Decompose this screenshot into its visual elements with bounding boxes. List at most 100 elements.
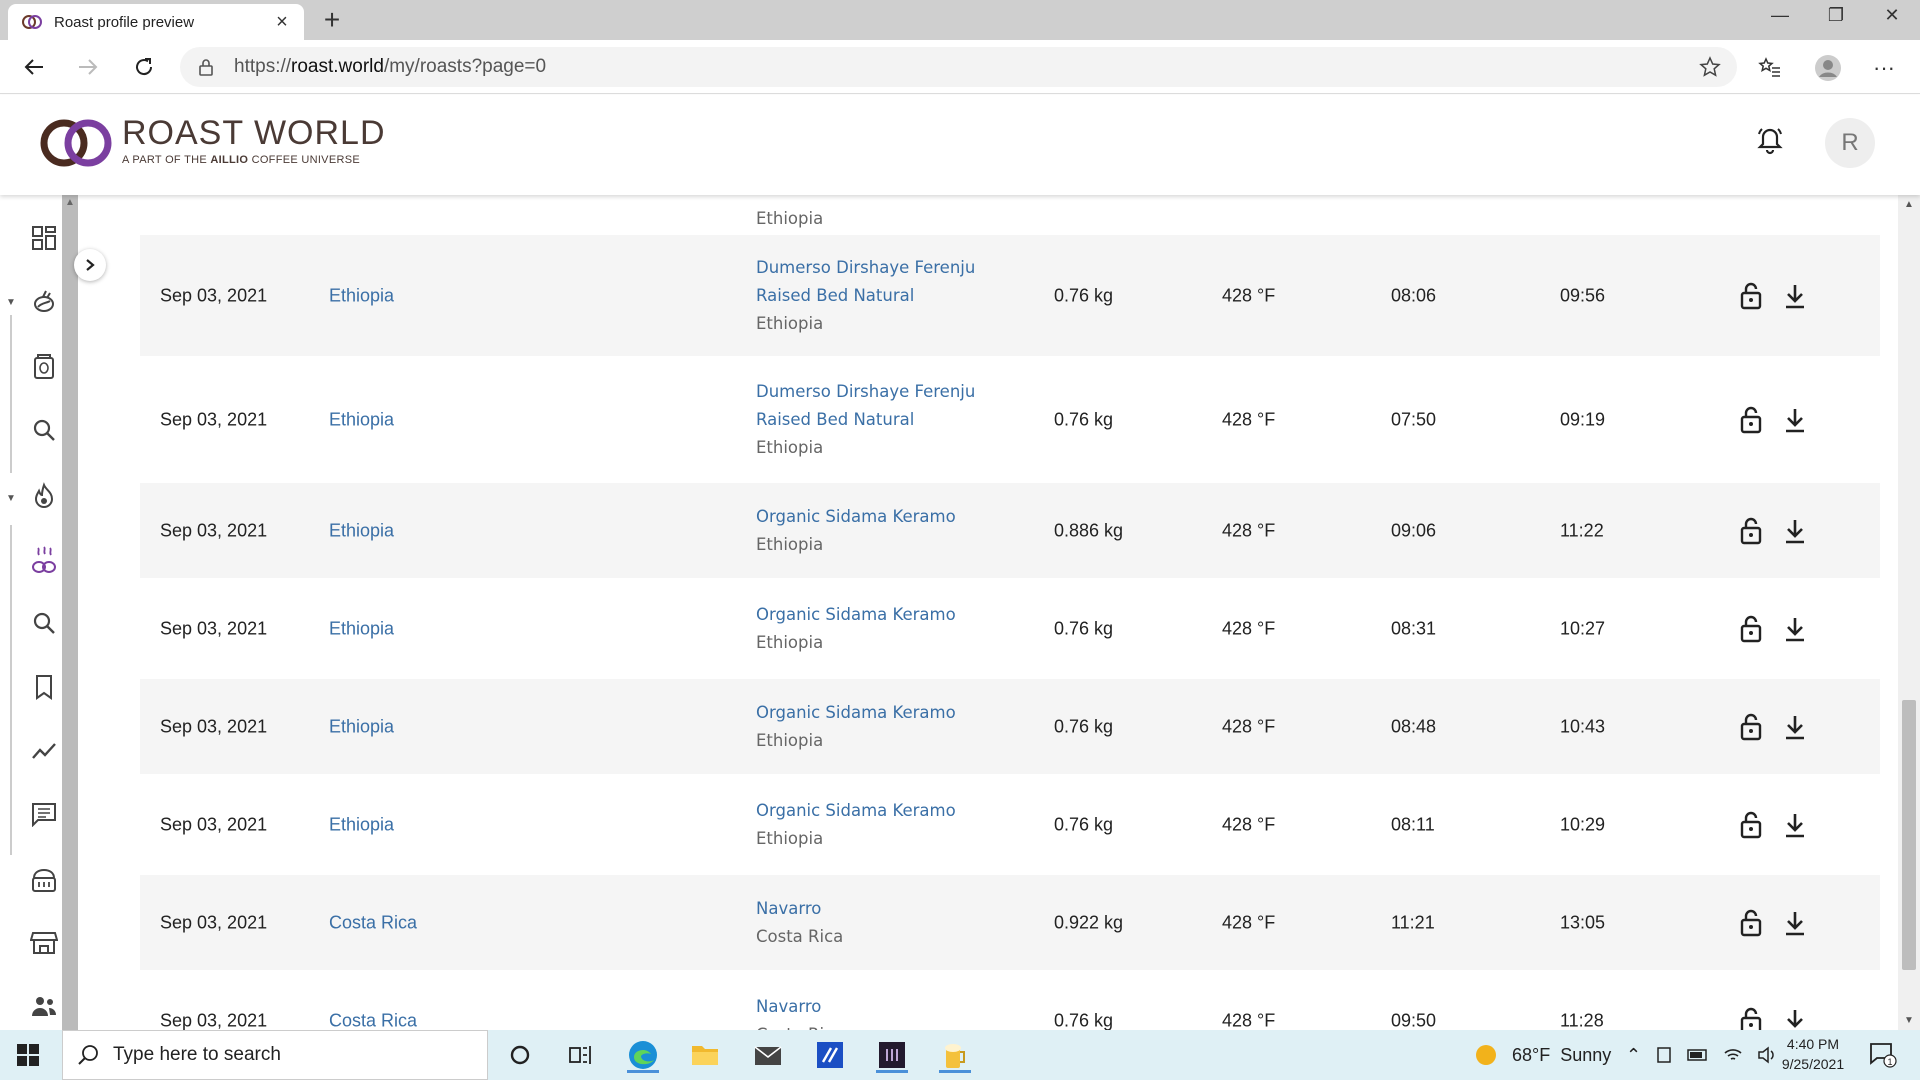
- collapse-caret-icon-2[interactable]: ▼: [6, 493, 16, 504]
- origin-link[interactable]: Ethiopia: [329, 285, 394, 306]
- unlock-icon[interactable]: [1738, 615, 1764, 643]
- origin-link[interactable]: Ethiopia: [329, 520, 394, 541]
- unlock-icon[interactable]: [1738, 406, 1764, 434]
- page-scrollbar[interactable]: ▲ ▼: [1898, 195, 1920, 1030]
- app-dark-icon[interactable]: [872, 1037, 912, 1073]
- bean-origin: Ethiopia: [756, 437, 824, 457]
- mail-icon[interactable]: [748, 1037, 788, 1073]
- scroll-down-icon[interactable]: ▼: [1904, 1015, 1914, 1026]
- edge-browser-icon[interactable]: [623, 1037, 663, 1073]
- analytics-icon[interactable]: [28, 735, 60, 767]
- table-row[interactable]: Sep 03, 2021 Ethiopia Dumerso Dirshaye Fer…: [140, 359, 1880, 480]
- unlock-icon[interactable]: [1738, 909, 1764, 937]
- shop-icon[interactable]: [28, 927, 60, 959]
- wifi-icon[interactable]: [1723, 1046, 1743, 1064]
- table-row[interactable]: Sep 03, 2021 Ethiopia Organic Sidama Keram…: [140, 679, 1880, 774]
- expand-sidebar-button[interactable]: [74, 249, 106, 281]
- clock-date: 9/25/2021: [1781, 1056, 1845, 1072]
- unlock-icon[interactable]: [1738, 282, 1764, 310]
- bean-name-link-line2[interactable]: Raised Bed Natural: [756, 406, 975, 434]
- taskbar-clock[interactable]: 4:40 PM 9/25/2021: [1768, 1034, 1858, 1074]
- reload-button[interactable]: [128, 51, 160, 83]
- battery-icon[interactable]: [1687, 1048, 1709, 1062]
- minimize-icon[interactable]: —: [1752, 0, 1808, 30]
- beans-icon[interactable]: [28, 286, 60, 318]
- weather-widget[interactable]: 68°F Sunny: [1474, 1030, 1611, 1080]
- scroll-up-icon[interactable]: ▲: [1904, 199, 1914, 210]
- search-roasts-icon[interactable]: [28, 607, 60, 639]
- roaster-machine-icon[interactable]: [28, 865, 60, 897]
- favorite-star-icon[interactable]: [1699, 56, 1721, 78]
- file-explorer-icon[interactable]: [685, 1037, 725, 1073]
- origin-link[interactable]: Ethiopia: [329, 716, 394, 737]
- taskbar-search[interactable]: Type here to search: [62, 1030, 488, 1080]
- table-row[interactable]: Sep 03, 2021Costa RicaNavarroCosta Rica0…: [140, 875, 1880, 970]
- download-icon[interactable]: [1782, 811, 1808, 839]
- notes-icon[interactable]: [28, 798, 60, 830]
- cortana-icon[interactable]: [500, 1037, 540, 1073]
- table-row[interactable]: Sep 03, 2021Costa RicaNavarroCosta Rica0…: [140, 973, 1880, 1030]
- bean-name-link[interactable]: Organic Sidama Keramo: [756, 797, 956, 825]
- forward-button[interactable]: [72, 51, 104, 83]
- bookmark-icon[interactable]: [28, 671, 60, 703]
- table-row-partial[interactable]: Ethiopia: [140, 195, 1880, 235]
- download-icon[interactable]: [1782, 713, 1808, 741]
- roast-world-logo[interactable]: ROAST WORLD A PART OF THE AILLIO COFFEE …: [38, 111, 386, 171]
- bean-name-link[interactable]: Organic Sidama Keramo: [756, 699, 956, 727]
- dashboard-icon[interactable]: [28, 222, 60, 254]
- table-row[interactable]: Sep 03, 2021 Ethiopia Organic Sidama Keram…: [140, 581, 1880, 676]
- close-window-icon[interactable]: ✕: [1864, 0, 1920, 30]
- table-row[interactable]: Sep 03, 2021 Ethiopia Organic Sidama Keram…: [140, 483, 1880, 578]
- download-icon[interactable]: [1782, 615, 1808, 643]
- notification-bell-icon[interactable]: [1754, 125, 1786, 157]
- favorites-icon[interactable]: [1756, 54, 1784, 82]
- origin-link[interactable]: Ethiopia: [329, 814, 394, 835]
- table-row[interactable]: Sep 03, 2021 Ethiopia Organic Sidama Keram…: [140, 777, 1880, 872]
- profile-icon[interactable]: [1814, 54, 1842, 82]
- unlock-icon[interactable]: [1738, 517, 1764, 545]
- tab-close-icon[interactable]: ×: [270, 11, 294, 34]
- search-beans-icon[interactable]: [28, 414, 60, 446]
- scroll-thumb[interactable]: [1902, 700, 1916, 970]
- bean-name-link[interactable]: Dumerso Dirshaye Ferenju: [756, 378, 975, 406]
- collapse-caret-icon[interactable]: ▼: [6, 297, 16, 308]
- bean-name-link-line2[interactable]: Raised Bed Natural: [756, 282, 975, 310]
- download-icon[interactable]: [1782, 1007, 1808, 1031]
- bean-name-link[interactable]: Navarro: [756, 993, 843, 1021]
- bean-name-link[interactable]: Organic Sidama Keramo: [756, 503, 956, 531]
- notification-center-icon[interactable]: 1: [1868, 1030, 1898, 1080]
- unlock-icon[interactable]: [1738, 811, 1764, 839]
- community-icon[interactable]: [28, 990, 60, 1022]
- beer-app-icon[interactable]: [935, 1037, 975, 1073]
- task-view-icon[interactable]: [560, 1037, 600, 1073]
- origin-link[interactable]: Ethiopia: [329, 618, 394, 639]
- unlock-icon[interactable]: [1738, 1007, 1764, 1030]
- restore-icon[interactable]: ❐: [1808, 0, 1864, 30]
- bean-name-link[interactable]: Navarro: [756, 895, 843, 923]
- unlock-icon[interactable]: [1738, 713, 1764, 741]
- table-row[interactable]: Sep 03, 2021 Ethiopia Dumerso Dirshaye Fer…: [140, 235, 1880, 356]
- back-button[interactable]: [18, 51, 50, 83]
- bag-icon[interactable]: [28, 350, 60, 382]
- origin-link[interactable]: Costa Rica: [329, 912, 417, 933]
- address-bar[interactable]: https://roast.world/my/roasts?page=0: [180, 47, 1737, 87]
- bean-name-link[interactable]: Dumerso Dirshaye Ferenju: [756, 254, 975, 282]
- new-tab-button[interactable]: +: [316, 4, 348, 36]
- sidebar-scrollbar[interactable]: ▲: [62, 195, 78, 1030]
- roast-flame-icon[interactable]: [28, 480, 60, 512]
- download-icon[interactable]: [1782, 517, 1808, 545]
- windows-start-icon[interactable]: [16, 1043, 40, 1067]
- origin-link[interactable]: Costa Rica: [329, 1010, 417, 1030]
- app-blue-icon[interactable]: [810, 1037, 850, 1073]
- user-avatar[interactable]: R: [1825, 118, 1875, 168]
- device-icon[interactable]: [1655, 1046, 1673, 1064]
- show-hidden-icons-icon[interactable]: ⌃: [1626, 1045, 1641, 1066]
- more-menu-icon[interactable]: ···: [1870, 54, 1898, 82]
- origin-link[interactable]: Ethiopia: [329, 409, 394, 430]
- download-icon[interactable]: [1782, 282, 1808, 310]
- download-icon[interactable]: [1782, 909, 1808, 937]
- download-icon[interactable]: [1782, 406, 1808, 434]
- bean-name-link[interactable]: Organic Sidama Keramo: [756, 601, 956, 629]
- my-roasts-icon[interactable]: [28, 544, 60, 576]
- browser-tab[interactable]: Roast profile preview ×: [8, 4, 304, 40]
